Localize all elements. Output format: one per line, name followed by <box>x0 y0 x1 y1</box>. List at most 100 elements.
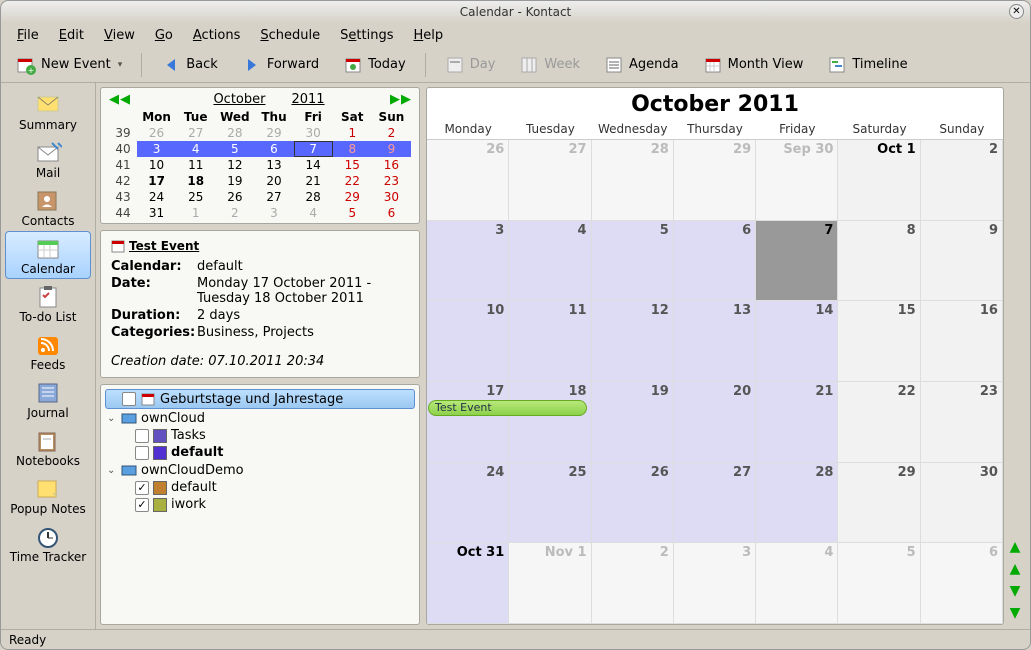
sidebar-item-feeds[interactable]: Feeds <box>5 327 91 375</box>
next-year-icon[interactable]: ▶ <box>401 92 411 107</box>
month-day-cell[interactable]: 28 <box>592 140 674 221</box>
sidebar-item-mail[interactable]: Mail <box>5 135 91 183</box>
nav-down-icon[interactable]: ▼ <box>1010 583 1021 599</box>
menu-schedule[interactable]: Schedule <box>252 26 328 45</box>
tree-item-ownclouddemo[interactable]: ⌄ ownCloudDemo <box>105 461 415 479</box>
menu-view[interactable]: View <box>96 26 143 45</box>
mini-day-cell[interactable]: 26 <box>137 125 176 141</box>
mini-day-cell[interactable]: 22 <box>333 173 372 189</box>
month-day-cell[interactable]: 4 <box>756 543 838 624</box>
sidebar-item-summary[interactable]: Summary <box>5 87 91 135</box>
month-day-cell[interactable]: 29 <box>674 140 756 221</box>
mini-day-cell[interactable]: 15 <box>333 157 372 173</box>
week-number[interactable]: 39 <box>109 125 137 141</box>
sidebar-item-popup[interactable]: Popup Notes <box>5 471 91 519</box>
mini-day-cell[interactable]: 6 <box>372 205 411 221</box>
tree-item-demo-default[interactable]: ✓ default <box>105 479 415 496</box>
month-day-cell[interactable]: 4 <box>509 221 591 302</box>
menu-help[interactable]: Help <box>405 26 451 45</box>
today-button[interactable]: Today <box>334 51 415 79</box>
month-day-cell[interactable]: 9 <box>921 221 1003 302</box>
week-number[interactable]: 43 <box>109 189 137 205</box>
mini-day-cell[interactable]: 3 <box>137 141 176 157</box>
mini-day-cell[interactable]: 6 <box>254 141 293 157</box>
mini-day-cell[interactable]: 7 <box>294 141 333 157</box>
mini-day-cell[interactable]: 14 <box>294 157 333 173</box>
mini-day-cell[interactable]: 13 <box>254 157 293 173</box>
month-day-cell[interactable]: 21 <box>756 382 838 463</box>
month-day-cell[interactable]: 29 <box>838 463 920 544</box>
sidebar-item-timetracker[interactable]: Time Tracker <box>5 519 91 567</box>
month-day-cell[interactable]: 3 <box>427 221 509 302</box>
mini-day-cell[interactable]: 20 <box>254 173 293 189</box>
month-day-cell[interactable]: 17Test Event <box>427 382 509 463</box>
month-day-cell[interactable]: 27 <box>509 140 591 221</box>
month-day-cell[interactable]: 10 <box>427 301 509 382</box>
month-day-cell[interactable]: Oct 1 <box>838 140 920 221</box>
week-button[interactable]: Week <box>510 51 589 79</box>
month-day-cell[interactable]: 27 <box>674 463 756 544</box>
mini-day-cell[interactable]: 29 <box>333 189 372 205</box>
month-day-cell[interactable]: 3 <box>674 543 756 624</box>
mini-day-cell[interactable]: 2 <box>372 125 411 141</box>
next-month-icon[interactable]: ▶ <box>390 92 400 107</box>
checkbox[interactable] <box>135 446 149 460</box>
tree-item-owncloud[interactable]: ⌄ ownCloud <box>105 409 415 427</box>
sidebar-item-calendar[interactable]: Calendar <box>5 231 91 279</box>
month-day-cell[interactable]: 7 <box>756 221 838 302</box>
mini-day-cell[interactable]: 30 <box>372 189 411 205</box>
mini-day-cell[interactable]: 28 <box>294 189 333 205</box>
mini-day-cell[interactable]: 5 <box>333 205 372 221</box>
month-day-cell[interactable]: 18 <box>509 382 591 463</box>
day-button[interactable]: Day <box>436 51 505 79</box>
sidebar-item-todo[interactable]: To-do List <box>5 279 91 327</box>
timeline-button[interactable]: Timeline <box>818 51 916 79</box>
month-day-cell[interactable]: 5 <box>838 543 920 624</box>
sidebar-item-notebooks[interactable]: Notebooks <box>5 423 91 471</box>
back-button[interactable]: Back <box>152 51 227 79</box>
mini-day-cell[interactable]: 10 <box>137 157 176 173</box>
month-day-cell[interactable]: 2 <box>921 140 1003 221</box>
close-button[interactable]: ✕ <box>1009 4 1024 19</box>
mini-day-cell[interactable]: 9 <box>372 141 411 157</box>
checkbox[interactable] <box>135 429 149 443</box>
sidebar-item-journal[interactable]: Journal <box>5 375 91 423</box>
mini-month-label[interactable]: October <box>195 92 283 107</box>
mini-day-cell[interactable]: 31 <box>137 205 176 221</box>
mini-day-cell[interactable]: 28 <box>215 125 254 141</box>
mini-day-cell[interactable]: 23 <box>372 173 411 189</box>
month-day-cell[interactable]: 14 <box>756 301 838 382</box>
month-day-cell[interactable]: 28 <box>756 463 838 544</box>
month-event[interactable]: Test Event <box>428 400 587 416</box>
nav-down-double-icon[interactable]: ▼ <box>1010 605 1021 621</box>
new-event-button[interactable]: + New Event ▾ <box>7 51 131 79</box>
menu-go[interactable]: Go <box>147 26 181 45</box>
month-day-cell[interactable]: Sep 30 <box>756 140 838 221</box>
mini-day-cell[interactable]: 1 <box>333 125 372 141</box>
expand-icon[interactable]: ⌄ <box>107 465 117 476</box>
checkbox[interactable]: ✓ <box>135 498 149 512</box>
menu-edit[interactable]: Edit <box>51 26 92 45</box>
tree-item-iwork[interactable]: ✓ iwork <box>105 496 415 513</box>
month-day-cell[interactable]: 11 <box>509 301 591 382</box>
mini-day-cell[interactable]: 4 <box>294 205 333 221</box>
checkbox[interactable] <box>122 392 136 406</box>
month-day-cell[interactable]: 5 <box>592 221 674 302</box>
mini-day-cell[interactable]: 12 <box>215 157 254 173</box>
mini-day-cell[interactable]: 4 <box>176 141 215 157</box>
nav-up-icon[interactable]: ▲ <box>1010 561 1021 577</box>
month-day-cell[interactable]: Oct 31 <box>427 543 509 624</box>
mini-day-cell[interactable]: 17 <box>137 173 176 189</box>
mini-day-cell[interactable]: 30 <box>294 125 333 141</box>
week-number[interactable]: 40 <box>109 141 137 157</box>
tree-item-tasks[interactable]: Tasks <box>105 427 415 444</box>
month-day-cell[interactable]: 8 <box>838 221 920 302</box>
month-day-cell[interactable]: Nov 1 <box>509 543 591 624</box>
month-day-cell[interactable]: 19 <box>592 382 674 463</box>
agenda-button[interactable]: Agenda <box>595 51 688 79</box>
month-view-button[interactable]: Month View <box>694 51 813 79</box>
menu-actions[interactable]: Actions <box>185 26 249 45</box>
mini-day-cell[interactable]: 18 <box>176 173 215 189</box>
month-day-cell[interactable]: 2 <box>592 543 674 624</box>
month-day-cell[interactable]: 12 <box>592 301 674 382</box>
